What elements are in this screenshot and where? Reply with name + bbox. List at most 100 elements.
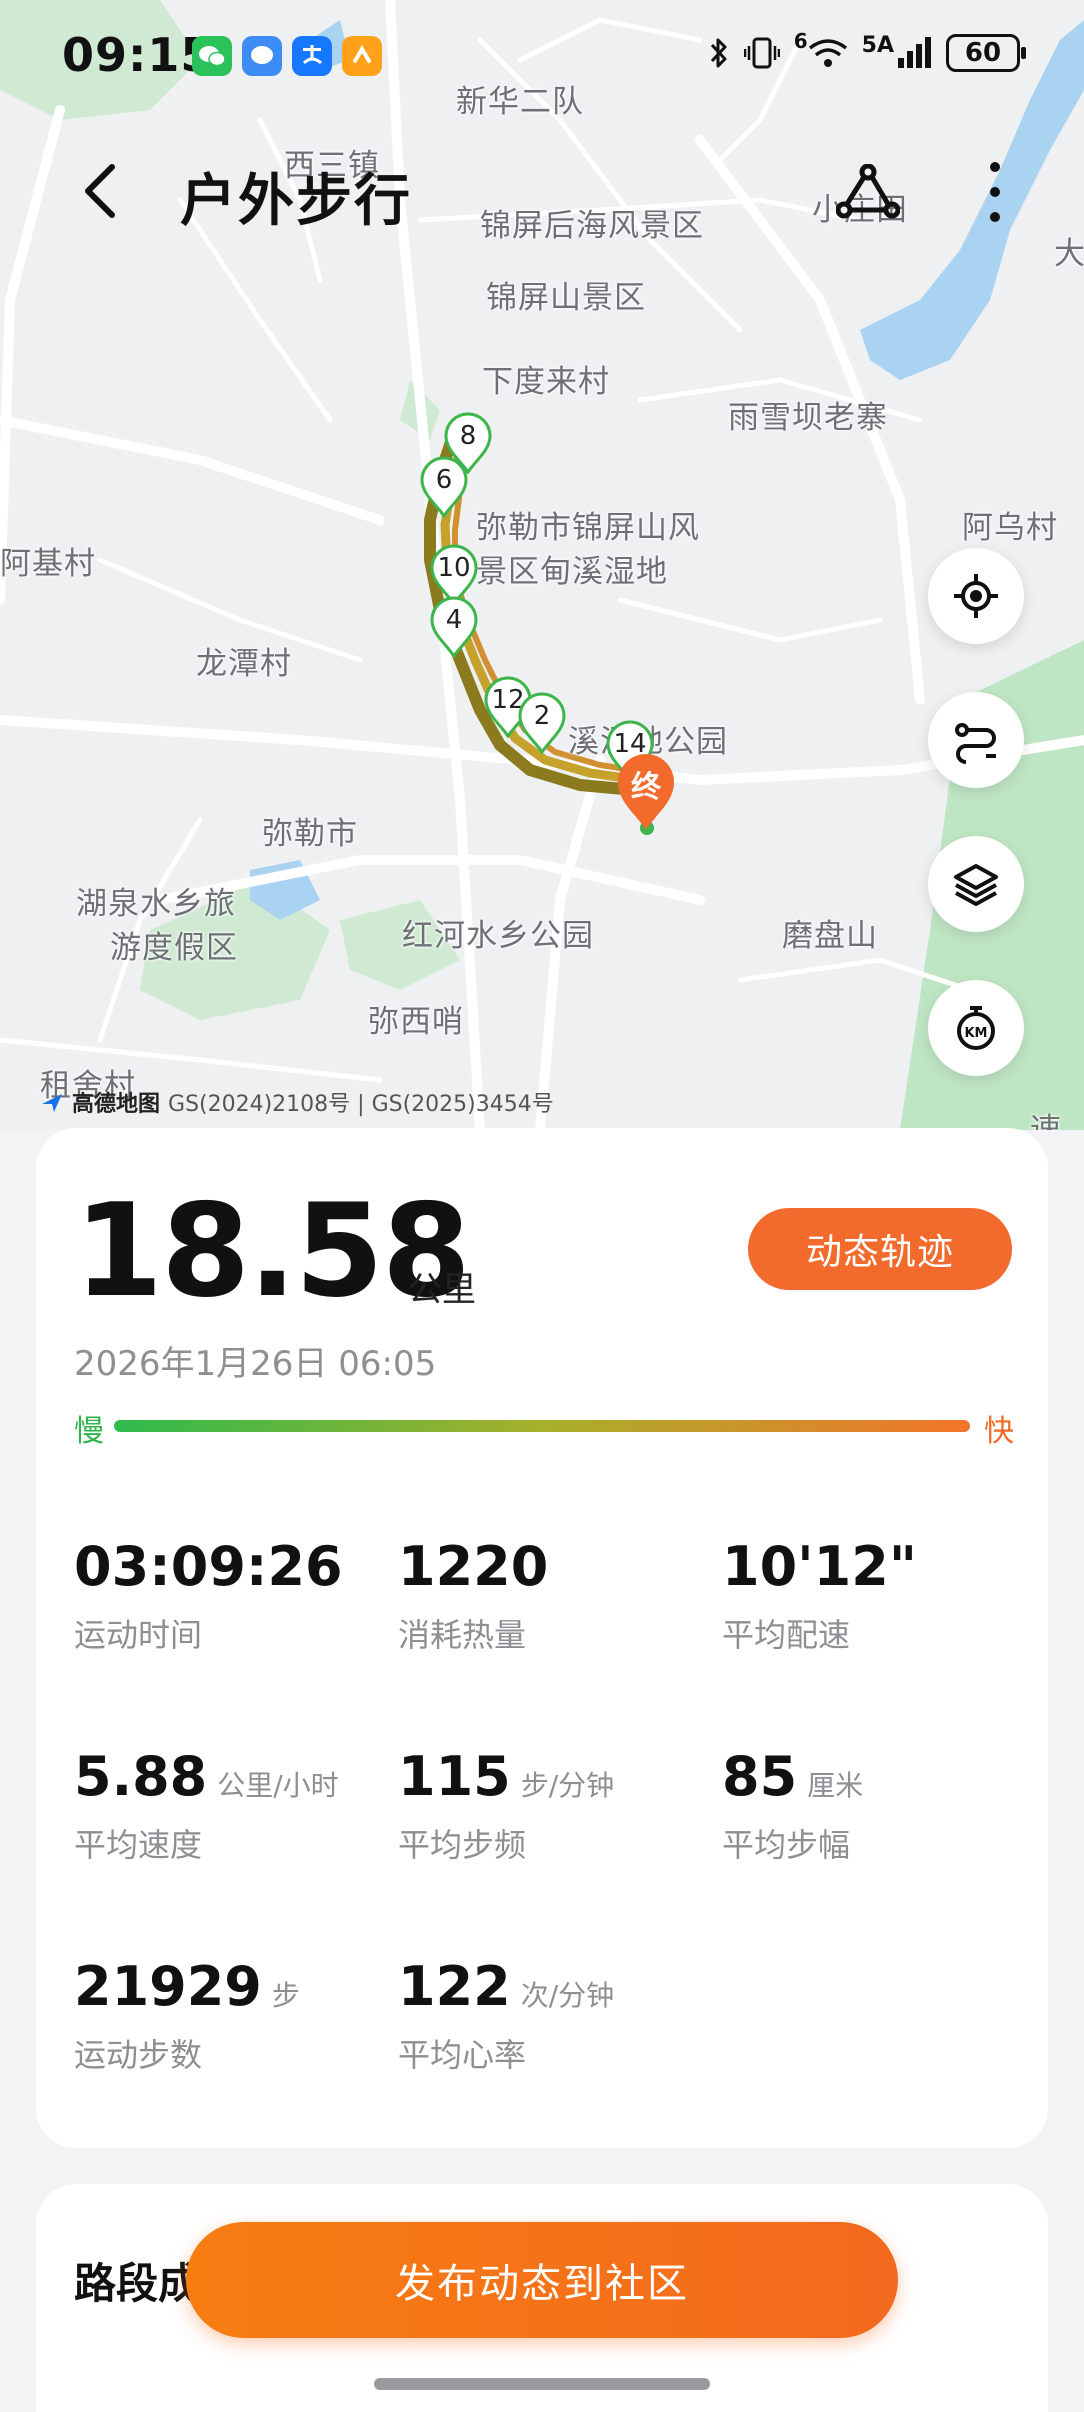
stat-label: 运动步数	[74, 2036, 203, 2074]
more-dot-icon	[990, 162, 1000, 172]
stat-label: 消耗热量	[398, 1616, 527, 1654]
section-title: 路段成	[74, 2259, 201, 2308]
stat-label: 平均配速	[722, 1616, 851, 1654]
amap-logo-icon	[42, 1094, 62, 1112]
stat-avg-speed: 5.88 公里/小时 平均速度	[74, 1750, 339, 1866]
signal-icon	[898, 37, 931, 68]
stat-value: 1220	[398, 1535, 549, 1598]
stat-label: 平均速度	[74, 1826, 203, 1864]
stat-avg-stride: 85 厘米 平均步幅	[722, 1750, 863, 1866]
km-markers-button[interactable]: KM	[928, 980, 1024, 1076]
map-label: 游度假区	[110, 930, 238, 966]
more-button[interactable]	[980, 162, 1010, 222]
map-label: 阿基村	[0, 546, 96, 582]
stat-value: 21929	[74, 1955, 262, 2018]
km-marker-6[interactable]: 6	[418, 456, 470, 518]
stat-avg-pace: 10'12" 平均配速	[722, 1540, 927, 1656]
wifi-icon	[808, 39, 847, 67]
map-label: 龙潭村	[196, 646, 292, 682]
route-share-button[interactable]	[835, 163, 901, 220]
more-dot-icon	[990, 187, 1000, 197]
stat-unit: 次/分钟	[520, 1979, 615, 2012]
km-marker-label: 4	[445, 605, 463, 635]
fast-label: 快	[984, 1414, 1014, 1449]
end-marker-label: 终	[631, 770, 661, 805]
amap-logo: 高德地图	[72, 1092, 161, 1117]
vibrate-icon	[743, 37, 780, 69]
stat-value: 115	[398, 1745, 511, 1808]
back-button[interactable]	[82, 156, 132, 226]
km-marker-label: 2	[533, 701, 551, 731]
layers-icon	[954, 864, 998, 906]
map-label: 雨雪坝老寨	[728, 400, 888, 436]
system-icons: 6 5A 60	[708, 29, 1026, 72]
km-marker-label: 6	[435, 465, 453, 495]
stat-unit: 厘米	[807, 1769, 864, 1802]
attribution-text: GS(2024)2108号 | GS(2025)3454号	[168, 1092, 554, 1117]
battery-icon: 60	[946, 34, 1026, 72]
km-marker-2[interactable]: 2	[516, 692, 568, 754]
route-path-icon	[955, 723, 996, 764]
map-label: 锦屏山景区	[486, 280, 646, 316]
map-label: 弥西哨	[368, 1004, 464, 1040]
dynamic-track-button[interactable]: 动态轨迹	[748, 1208, 1012, 1290]
stat-label: 运动时间	[74, 1616, 203, 1654]
stat-duration: 03:09:26 运动时间	[74, 1540, 353, 1656]
km-marker-4[interactable]: 4	[428, 596, 480, 658]
home-indicator[interactable]	[374, 2378, 710, 2390]
status-bar: 09:15 6 5A 60	[0, 0, 1084, 110]
stat-unit: 步	[271, 1979, 300, 2012]
route-icon	[835, 163, 901, 219]
map-label: 湖泉水乡旅	[76, 886, 236, 922]
app-notification-icon	[342, 36, 382, 76]
pace-gradient-bar	[114, 1420, 970, 1432]
status-time: 09:15	[62, 28, 214, 82]
km-marker-label: 8	[459, 421, 477, 451]
stat-heart-rate: 122 次/分钟 平均心率	[398, 1960, 614, 2076]
stat-calories: 1220 消耗热量	[398, 1540, 558, 1656]
map-label: 景区甸溪湿地	[476, 554, 668, 590]
map-label: 锦屏后海风景区	[480, 208, 704, 244]
stat-label: 平均心率	[398, 2036, 527, 2074]
map-label: 下度来村	[482, 364, 610, 400]
stat-unit: 步/分钟	[520, 1769, 615, 1802]
stat-label: 平均步幅	[722, 1826, 851, 1864]
map-label: 速	[1030, 1112, 1062, 1130]
workout-summary-card: 18.58 公里 动态轨迹 2026年1月26日 06:05 慢 快 03:09…	[36, 1128, 1048, 2148]
battery-level: 60	[964, 38, 1002, 68]
stat-value: 85	[722, 1745, 798, 1808]
map-attribution: 高德地图 GS(2024)2108号 | GS(2025)3454号	[40, 1086, 554, 1118]
distance-unit: 公里	[408, 1270, 476, 1310]
notification-icons	[192, 36, 382, 76]
locate-icon	[954, 574, 998, 618]
svg-text:KM: KM	[964, 1026, 987, 1041]
map-label: 红河水乡公园	[402, 918, 594, 954]
map-label: 大	[1054, 236, 1084, 272]
pace-legend: 慢 快	[74, 1406, 1014, 1449]
network-type: 5A	[861, 32, 894, 58]
more-dot-icon	[990, 212, 1000, 222]
map-label: 弥勒市锦屏山风	[476, 510, 700, 546]
end-marker[interactable]: 终	[614, 752, 678, 832]
page-title: 户外步行	[180, 169, 412, 234]
chevron-left-icon	[85, 164, 115, 218]
route-map[interactable]: 新华二队 西三镇 锦屏后海风景区 小庄田 锦屏山景区 下度来村 雨雪坝老寨 弥勒…	[0, 0, 1084, 1130]
bluetooth-icon	[710, 38, 727, 68]
slow-label: 慢	[74, 1414, 104, 1449]
message-icon	[242, 36, 282, 76]
locate-button[interactable]	[928, 548, 1024, 644]
km-marker-label: 10	[437, 553, 471, 583]
stat-value: 122	[398, 1955, 511, 2018]
stat-value: 5.88	[74, 1745, 208, 1808]
km-stopwatch-icon: KM	[957, 1006, 995, 1050]
alipay-icon	[292, 36, 332, 76]
publish-to-community-button[interactable]: 发布动态到社区	[186, 2222, 898, 2338]
stat-avg-cadence: 115 步/分钟 平均步频	[398, 1750, 614, 1866]
stat-value: 03:09:26	[74, 1535, 343, 1598]
map-layers-button[interactable]	[928, 836, 1024, 932]
workout-date: 2026年1月26日 06:05	[74, 1344, 437, 1384]
map-label: 磨盘山	[782, 918, 878, 954]
map-label: 弥勒市	[262, 816, 358, 852]
wechat-icon	[192, 36, 232, 76]
route-overview-button[interactable]	[928, 692, 1024, 788]
